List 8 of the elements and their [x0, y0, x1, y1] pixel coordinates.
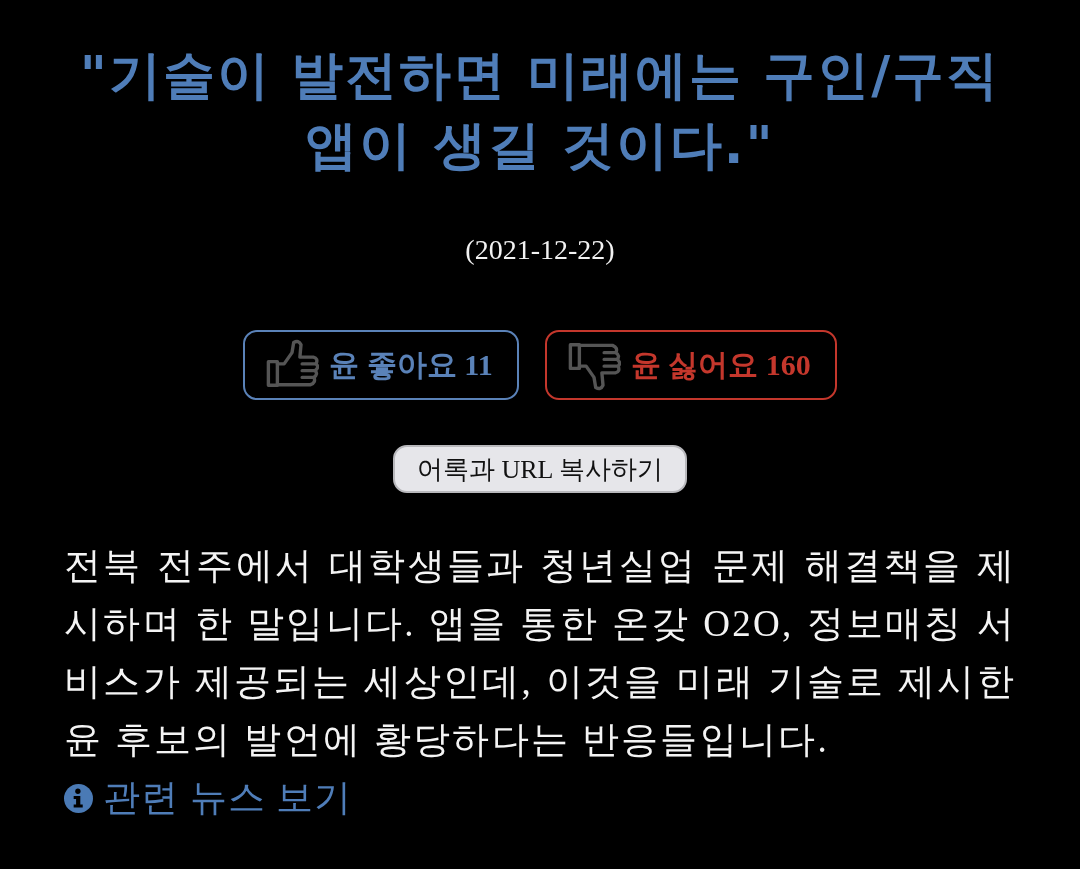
dislike-button[interactable]: 윤 싫어요 160 [544, 330, 837, 400]
info-icon [64, 784, 93, 813]
description-paragraph: 전북 전주에서 대학생들과 청년실업 문제 해결책을 제시하며 한 말입니다. 앱을 통한 온갖 O2O, 정보매칭 서비스가 제공되는 세상인데, 이것을 미래 기술로 제시한 윤 후보의 발언에 황당하다는 반응들입니다. [64, 544, 1016, 762]
related-news-link[interactable]: 관련 뉴스 보기 [64, 769, 352, 827]
copy-quote-url-button[interactable]: 어록과 URL 복사하기 [392, 445, 687, 493]
like-button[interactable]: 윤 좋아요 11 [243, 330, 519, 400]
quote-headline: "기술이 발전하면 미래에는 구인/구직 앱이 생길 것이다." [78, 44, 1002, 177]
quote-date: (2021-12-22) [465, 233, 615, 267]
